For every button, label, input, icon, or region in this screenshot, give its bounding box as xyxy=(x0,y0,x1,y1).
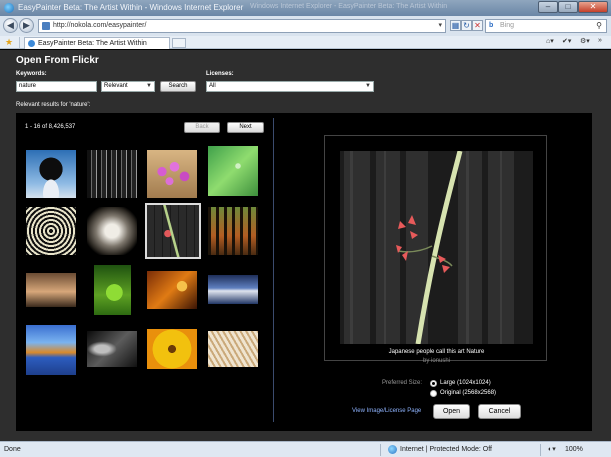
refresh-icon[interactable]: ↻ xyxy=(461,20,472,31)
maximize-button[interactable]: □ xyxy=(558,1,578,13)
thumbnail-ocean-clouds[interactable] xyxy=(208,275,258,304)
thumbnail-tree-sky[interactable] xyxy=(26,150,76,198)
results-panel: 1 - 16 of 8,426,537 Back Next Japanese p… xyxy=(16,113,592,431)
stop-icon[interactable]: ✕ xyxy=(472,20,483,31)
size-label-large: Large (1024x1024) xyxy=(440,380,491,386)
license-select[interactable]: All ▼ xyxy=(206,81,374,92)
cancel-button[interactable]: Cancel xyxy=(478,404,521,419)
thumbnail-orange-leaves[interactable] xyxy=(147,271,197,309)
thumbnail-dark-leaves[interactable] xyxy=(87,331,137,367)
internet-zone-icon xyxy=(388,445,397,454)
open-button[interactable]: Open xyxy=(433,404,470,419)
new-tab-button[interactable] xyxy=(172,38,186,48)
zoom-level[interactable]: 100% xyxy=(565,446,583,453)
favorites-star-icon[interactable]: ★ xyxy=(5,37,13,48)
thumbnail-dock-sunset[interactable] xyxy=(26,273,76,307)
keywords-input[interactable]: nature xyxy=(16,81,97,92)
tab-bar: ★ EasyPainter Beta: The Artist Within ⌂▾… xyxy=(0,36,611,49)
chevron-down-icon: ▼ xyxy=(146,83,152,89)
preview-panel: Japanese people call this art Nature by … xyxy=(324,135,547,364)
tab-page-icon xyxy=(28,40,35,47)
back-button[interactable]: Back xyxy=(184,122,220,133)
title-bar: EasyPainter Beta: The Artist Within - Wi… xyxy=(0,0,611,16)
thumbnail-autumn-forest[interactable] xyxy=(208,207,258,255)
compatibility-icon[interactable]: ▦ xyxy=(450,20,461,31)
address-bar: ◀ ▶ http://nokola.com/easypainter/ ▾ ▦ ↻… xyxy=(0,16,611,36)
size-radio-original[interactable] xyxy=(430,390,437,397)
thumbnail-dry-grass[interactable] xyxy=(208,331,258,367)
page-icon xyxy=(42,22,50,30)
thumbnail-gerbera-flower[interactable] xyxy=(147,329,197,369)
keywords-label: Keywords: xyxy=(16,71,47,77)
sort-select[interactable]: Relevant ▼ xyxy=(101,81,155,92)
home-icon[interactable]: ⌂▾ xyxy=(546,37,554,45)
licenses-label: Licenses: xyxy=(206,71,234,77)
size-radio-large[interactable] xyxy=(430,380,437,387)
chevron-down-icon: ▼ xyxy=(365,83,371,89)
thumbnail-lake-reflection[interactable] xyxy=(26,325,76,375)
preview-caption: Japanese people call this art Nature xyxy=(388,349,485,355)
thumbnail-forest-bw[interactable] xyxy=(87,150,137,198)
minimize-button[interactable]: – xyxy=(538,1,558,13)
close-window-button[interactable]: ✕ xyxy=(578,1,608,13)
page-content: Open From Flickr Keywords: nature Releva… xyxy=(0,50,611,441)
preferred-size-label: Preferred Size: xyxy=(382,380,423,386)
protected-mode-icon[interactable]: ◐▾ xyxy=(548,445,556,453)
url-field[interactable]: http://nokola.com/easypainter/ ▾ xyxy=(38,19,446,33)
divider xyxy=(540,444,541,456)
safety-icon[interactable]: ✔▾ xyxy=(562,37,571,45)
size-label-original: Original (2568x2568) xyxy=(440,390,497,396)
tab-easypainter[interactable]: EasyPainter Beta: The Artist Within xyxy=(24,37,170,49)
tools-gear-icon[interactable]: ⚙▾ xyxy=(580,37,590,45)
view-license-link[interactable]: View Image/License Page xyxy=(352,408,421,414)
back-nav-button[interactable]: ◀ xyxy=(3,18,18,33)
next-button[interactable]: Next xyxy=(227,122,264,133)
url-text: http://nokola.com/easypainter/ xyxy=(53,22,147,29)
search-placeholder: Bing xyxy=(500,22,515,29)
ie-logo-icon xyxy=(4,3,14,13)
sort-value: Relevant xyxy=(104,83,128,89)
search-field[interactable]: b Bing ⚲ xyxy=(485,19,607,33)
thumbnail-green-leaf[interactable] xyxy=(208,146,258,196)
search-icon[interactable]: ⚲ xyxy=(596,21,602,30)
thumbnail-spiral-rings[interactable] xyxy=(26,207,76,255)
security-zone-text: Internet | Protected Mode: Off xyxy=(400,446,492,453)
window-title: EasyPainter Beta: The Artist Within - Wi… xyxy=(18,3,244,12)
preview-byline: by ionushi xyxy=(422,358,451,364)
results-heading: Relevant results for 'nature': xyxy=(16,102,91,108)
status-bar: Done Internet | Protected Mode: Off ◐▾ 1… xyxy=(0,441,611,457)
thumbnail-red-plant-fence[interactable] xyxy=(145,203,201,259)
result-count: 1 - 16 of 8,426,537 xyxy=(25,124,76,130)
divider xyxy=(19,37,20,48)
bing-icon: b xyxy=(489,22,494,29)
ghost-window-title: Windows Internet Explorer - EasyPainter … xyxy=(250,3,448,10)
search-button[interactable]: Search xyxy=(160,81,196,92)
license-value: All xyxy=(209,83,216,89)
panel-divider xyxy=(273,118,274,422)
dialog-title: Open From Flickr xyxy=(16,55,99,66)
divider xyxy=(380,444,381,456)
url-dropdown-icon[interactable]: ▾ xyxy=(438,21,442,29)
forward-nav-button[interactable]: ▶ xyxy=(19,18,34,33)
preview-image xyxy=(340,150,533,345)
more-chevron-icon[interactable]: » xyxy=(598,37,602,44)
thumbnail-pink-flowers[interactable] xyxy=(147,150,197,198)
thumbnail-cave-tunnel[interactable] xyxy=(87,207,137,255)
thumbnail-green-frog[interactable] xyxy=(94,265,131,315)
tab-label: EasyPainter Beta: The Artist Within xyxy=(38,40,147,47)
status-text: Done xyxy=(4,446,21,453)
